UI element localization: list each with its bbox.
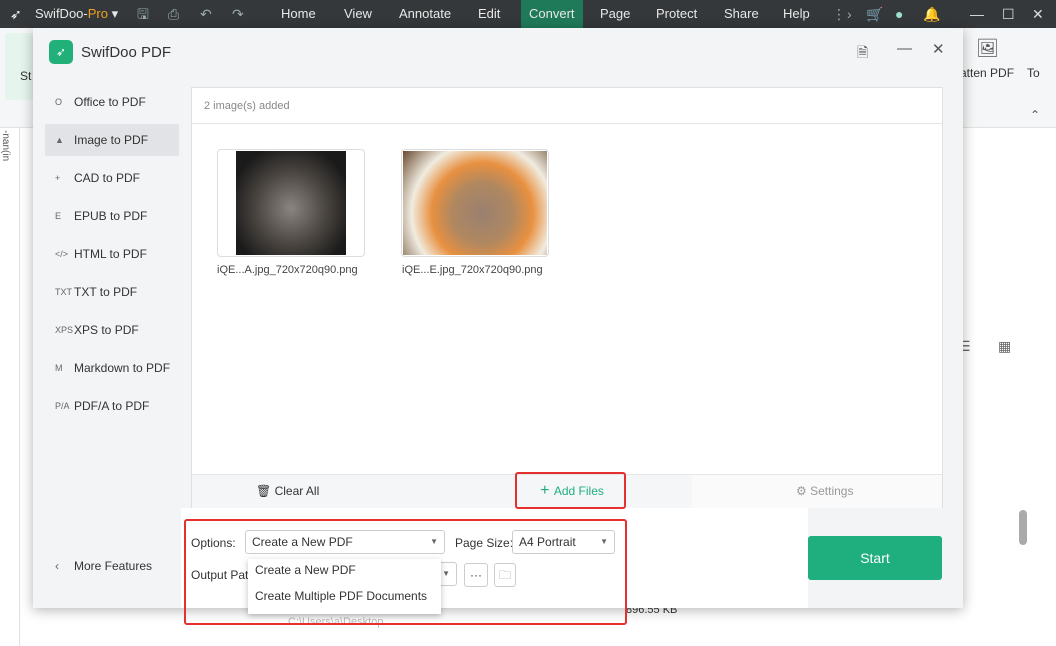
clear-all-button[interactable]: 🗑 Clear All xyxy=(256,484,319,498)
xps-icon: XPS xyxy=(55,325,74,335)
collapse-ribbon-icon[interactable]: ⌃ xyxy=(1030,108,1040,122)
cad-icon: + xyxy=(55,173,61,183)
menu-page[interactable]: Page xyxy=(592,0,638,28)
sidebar-item-txt[interactable]: TXT TXT to PDF xyxy=(45,276,179,308)
markdown-icon: M xyxy=(55,363,63,373)
minimize-icon[interactable]: — xyxy=(970,0,984,28)
minimize-dialog-icon[interactable]: — xyxy=(897,40,912,57)
brand-name: SwifDoo- xyxy=(35,6,88,21)
office-icon: O xyxy=(55,97,63,107)
txt-icon: TXT xyxy=(55,287,72,297)
pdfa-icon: P/A xyxy=(55,401,70,411)
sidebar-item-cad[interactable]: + CAD to PDF xyxy=(45,162,179,194)
cat-image xyxy=(236,151,346,255)
chevron-left-icon: ‹ xyxy=(55,559,59,573)
feedback-icon[interactable]: 🗎 xyxy=(857,42,868,66)
menu-help[interactable]: Help xyxy=(775,0,818,28)
user-icon[interactable]: ● xyxy=(895,0,903,28)
cart-icon[interactable]: 🛒 xyxy=(866,0,883,28)
sidebar-item-office[interactable]: O Office to PDF xyxy=(45,86,179,118)
image-icon: ▲ xyxy=(55,135,64,145)
sidebar-item-xps[interactable]: XPS XPS to PDF xyxy=(45,314,179,346)
ribbon-to-label[interactable]: To xyxy=(1027,66,1040,80)
menu-convert[interactable]: Convert xyxy=(521,0,583,28)
trash-icon: 🗑 xyxy=(256,484,275,498)
menu-annotate[interactable]: Annotate xyxy=(391,0,459,28)
swifdoo-app-icon: ➶ xyxy=(49,40,73,64)
sidebar-item-label: HTML to PDF xyxy=(74,247,147,261)
sidebar-item-label: Markdown to PDF xyxy=(74,361,171,375)
sidebar-item-label: CAD to PDF xyxy=(74,171,141,185)
flatten-pdf-icon: 🖼 xyxy=(976,38,999,58)
more-menu-icon[interactable]: ⋮ xyxy=(832,0,846,28)
more-features-label: More Features xyxy=(74,559,153,573)
file-thumbnail[interactable] xyxy=(217,149,365,257)
save-icon[interactable]: 🖫 xyxy=(137,0,149,28)
close-dialog-icon[interactable]: ✕ xyxy=(932,40,945,58)
maximize-icon[interactable]: ☐ xyxy=(1002,0,1015,28)
settings-button[interactable]: ⚙ Settings xyxy=(692,475,942,508)
menu-home[interactable]: Home xyxy=(273,0,324,28)
highlight-options xyxy=(184,519,627,625)
epub-icon: E xyxy=(55,211,62,221)
file-panel: 2 image(s) added iQE...A.jpg_720x720q90.… xyxy=(191,87,943,508)
clear-all-label: Clear All xyxy=(274,484,320,498)
sidebar-item-image[interactable]: ▲ Image to PDF xyxy=(45,124,179,156)
menu-protect[interactable]: Protect xyxy=(648,0,705,28)
dialog-title: SwifDoo PDF xyxy=(81,44,172,61)
file-thumbnail[interactable] xyxy=(401,149,549,257)
sidebar-item-pdfa[interactable]: P/A PDF/A to PDF xyxy=(45,390,179,422)
settings-label: Settings xyxy=(810,484,854,498)
close-icon[interactable]: ✕ xyxy=(1032,0,1044,28)
sidebar-item-label: XPS to PDF xyxy=(74,323,139,337)
bell-icon[interactable]: 🔔 xyxy=(923,0,940,28)
undo-icon[interactable]: ↶ xyxy=(200,0,212,28)
title-bar: ➶ SwifDoo-Pro ▾ 🖫 ⎙ ↶ ↷ Home View Annota… xyxy=(0,0,1056,28)
file-name: iQE...E.jpg_720x720q90.png xyxy=(402,264,543,276)
brand[interactable]: SwifDoo-Pro ▾ xyxy=(35,0,118,28)
divider xyxy=(19,128,20,646)
sidebar-item-label: EPUB to PDF xyxy=(74,209,148,223)
sidebar-item-label: TXT to PDF xyxy=(74,285,138,299)
start-label: St xyxy=(20,69,32,83)
sidebar-item-label: Image to PDF xyxy=(74,133,149,147)
menu-edit[interactable]: Edit xyxy=(470,0,508,28)
brand-pro: Pro xyxy=(87,6,108,21)
redo-icon[interactable]: ↷ xyxy=(232,0,244,28)
grid-view-icon[interactable]: ▦ xyxy=(998,338,1011,355)
scrollbar[interactable] xyxy=(1019,510,1027,545)
image-count: 2 image(s) added xyxy=(192,88,942,124)
sidebar-item-html[interactable]: </> HTML to PDF xyxy=(45,238,179,270)
side-text: -nan(in xyxy=(0,130,11,162)
file-name: iQE...A.jpg_720x720q90.png xyxy=(217,264,358,276)
html-icon: </> xyxy=(55,249,69,259)
pancake-image xyxy=(403,151,547,255)
sidebar-item-epub[interactable]: E EPUB to PDF xyxy=(45,200,179,232)
menu-share[interactable]: Share xyxy=(716,0,767,28)
chevron-right-icon[interactable]: › xyxy=(847,0,852,28)
settings-icon: ⚙ xyxy=(796,484,811,498)
sidebar-item-label: Office to PDF xyxy=(74,95,146,109)
swifdoo-logo-icon: ➶ xyxy=(10,6,22,22)
print-icon[interactable]: ⎙ xyxy=(168,0,179,28)
more-features-button[interactable]: ‹ More Features xyxy=(45,550,179,582)
highlight-add-files xyxy=(515,472,626,509)
sidebar-item-markdown[interactable]: M Markdown to PDF xyxy=(45,352,179,384)
flatten-pdf-label[interactable]: atten PDF xyxy=(960,66,1014,80)
sidebar-item-label: PDF/A to PDF xyxy=(74,399,150,413)
start-button[interactable]: Start xyxy=(808,536,942,580)
menu-view[interactable]: View xyxy=(336,0,380,28)
